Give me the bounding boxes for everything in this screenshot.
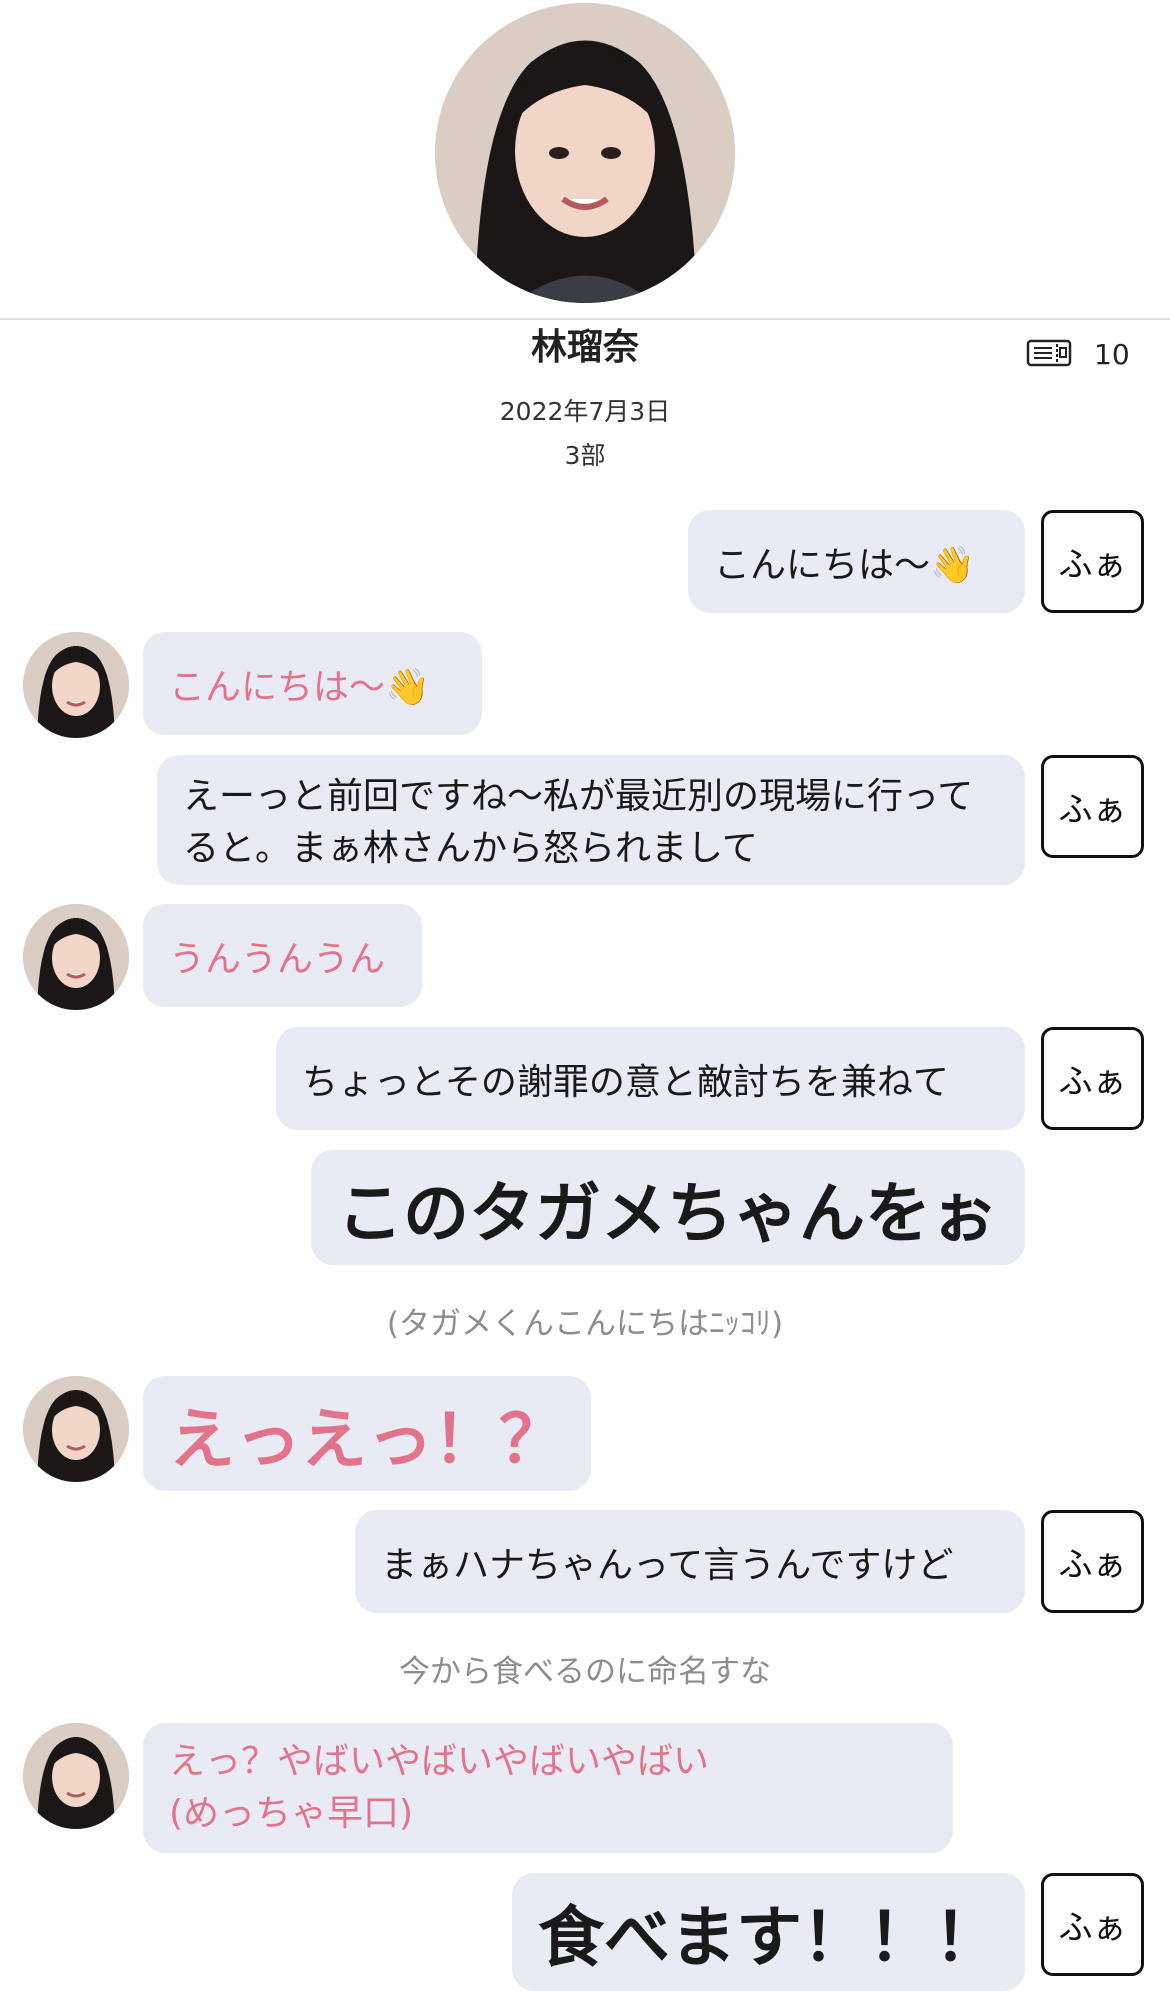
message-text: えーっと前回ですね〜私が最近別の現場に行ってると。まぁ林さんから怒られまして (183, 776, 974, 869)
message-text: えっえっ！？ (169, 1400, 565, 1478)
fua-label: ふぁ (1058, 545, 1127, 585)
member-avatar (23, 632, 129, 738)
fua-button[interactable]: ふぁ (1041, 1873, 1144, 1976)
message-text-line: (めっちゃ早口) (169, 1793, 414, 1834)
member-avatar (23, 1723, 129, 1829)
event-part: 3部 (564, 441, 606, 470)
fua-label: ふぁ (1058, 790, 1127, 830)
fan-message-bubble: こんにちは〜👋 (688, 510, 1025, 613)
fan-message-bubble: 食べます！！！ (512, 1873, 1025, 1991)
fua-label: ふぁ (1058, 1545, 1127, 1585)
member-avatar (23, 1376, 129, 1482)
message-text: こんにちは〜👋 (714, 544, 975, 586)
fua-button[interactable]: ふぁ (1041, 1027, 1144, 1130)
member-name: 林瑠奈 (530, 327, 639, 368)
message-text: うんうんうん (169, 938, 386, 980)
message-text: 食べます！！！ (538, 1899, 1000, 1976)
message-text: こんにちは〜👋 (169, 666, 430, 708)
fan-message-bubble: まぁハナちゃんって言うんですけど (355, 1510, 1025, 1613)
fan-message-bubble: えーっと前回ですね〜私が最近別の現場に行ってると。まぁ林さんから怒られまして (157, 755, 1025, 885)
message-text: ちょっとその謝罪の意と敵討ちを兼ねて (302, 1061, 949, 1103)
member-avatar (23, 904, 129, 1010)
message-text: まぁハナちゃんって言うんですけど (381, 1544, 954, 1586)
ticket-count[interactable]: 10 (1026, 338, 1130, 371)
member-message-bubble: えっえっ！？ (143, 1376, 591, 1491)
message-text: このタガメちゃんをぉ (337, 1174, 997, 1252)
fan-message-bubble: ちょっとその謝罪の意と敵討ちを兼ねて (276, 1027, 1025, 1130)
member-message-bubble: こんにちは〜👋 (143, 632, 482, 735)
narration-note: 今から食べるのに命名すな (399, 1654, 771, 1690)
fan-message-bubble: このタガメちゃんをぉ (311, 1150, 1025, 1265)
ticket-icon (1026, 339, 1072, 371)
member-message-bubble: うんうんうん (143, 904, 422, 1007)
fua-button[interactable]: ふぁ (1041, 1510, 1144, 1613)
fua-button[interactable]: ふぁ (1041, 510, 1144, 613)
fua-button[interactable]: ふぁ (1041, 755, 1144, 858)
fua-label: ふぁ (1058, 1062, 1127, 1102)
fua-label: ふぁ (1058, 1908, 1127, 1948)
event-date: 2022年7月3日 (499, 397, 671, 426)
member-message-bubble: えっ？やばいやばいやばいやばい (めっちゃ早口) (143, 1723, 953, 1853)
message-text-line: えっ？やばいやばいやばいやばい (169, 1741, 710, 1782)
profile-photo (435, 3, 735, 303)
ticket-count-value: 10 (1094, 338, 1130, 371)
narration-note: (タガメくんこんにちはﾆｯｺﾘ) (386, 1306, 784, 1342)
